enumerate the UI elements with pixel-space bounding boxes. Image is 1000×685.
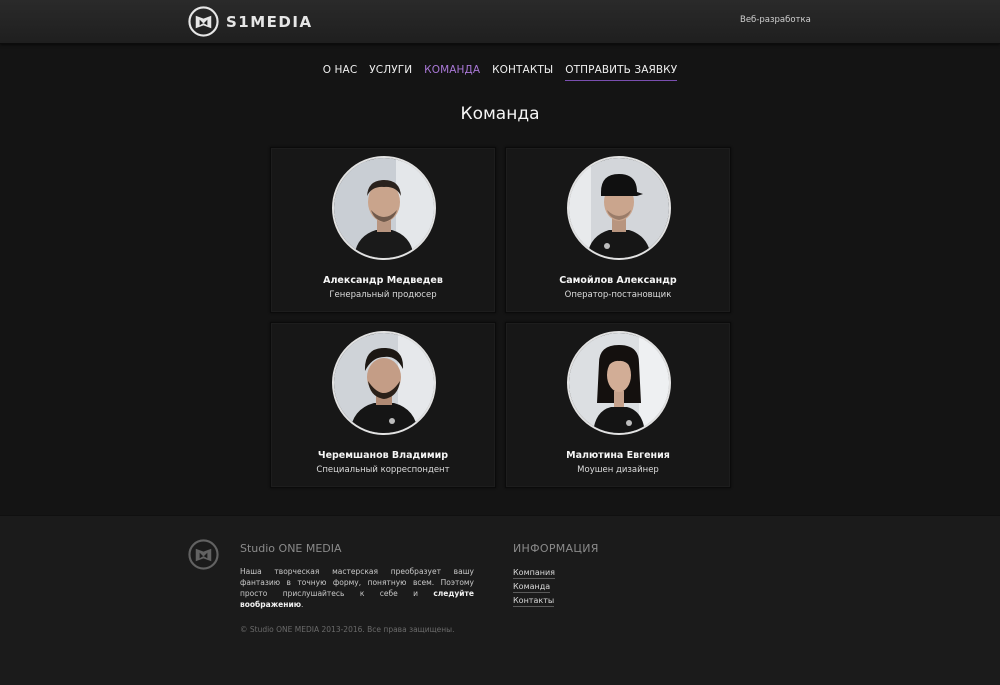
- person-avatar-icon: [334, 333, 434, 433]
- person-avatar-icon: [569, 158, 669, 258]
- member-photo: [332, 331, 436, 435]
- member-role: Генеральный продюсер: [329, 290, 437, 300]
- member-photo: [567, 156, 671, 260]
- info-heading: ИНФОРМАЦИЯ: [513, 542, 599, 555]
- footer-link-company[interactable]: Компания: [513, 568, 555, 579]
- footer-link-contacts[interactable]: Контакты: [513, 596, 555, 607]
- s1-logo-icon: [188, 539, 219, 570]
- brand-name: S1MEDIA: [226, 12, 313, 31]
- nav-send-request[interactable]: ОТПРАВИТЬ ЗАЯВКУ: [565, 64, 678, 81]
- site-header: S1MEDIA Веб-разработка: [0, 0, 1000, 44]
- home-logo-link[interactable]: S1MEDIA: [188, 6, 313, 37]
- member-role: Оператор-постановщик: [564, 290, 672, 300]
- member-photo: [567, 331, 671, 435]
- web-development-link[interactable]: Веб-разработка: [740, 15, 811, 25]
- page-title: Команда: [460, 104, 540, 124]
- team-card[interactable]: Малютина Евгения Моушен дизайнер: [505, 322, 731, 488]
- team-card[interactable]: Александр Медведев Генеральный продюсер: [270, 147, 496, 313]
- member-name: Самойлов Александр: [559, 275, 677, 286]
- team-card[interactable]: Черемшанов Владимир Специальный корреспо…: [270, 322, 496, 488]
- site-footer: Studio ONE MEDIA Наша творческая мастерс…: [0, 515, 1000, 685]
- member-name: Малютина Евгения: [566, 450, 670, 461]
- footer-description: Наша творческая мастерская преобразует в…: [240, 566, 474, 610]
- nav-team[interactable]: КОМАНДА: [424, 64, 480, 80]
- info-links: Компания Команда Контакты: [513, 568, 555, 610]
- footer-text-end: .: [301, 600, 304, 609]
- main-nav: О НАС УСЛУГИ КОМАНДА КОНТАКТЫ ОТПРАВИТЬ …: [0, 64, 1000, 81]
- footer-title: Studio ONE MEDIA: [240, 542, 342, 555]
- member-photo: [332, 156, 436, 260]
- footer-link-team[interactable]: Команда: [513, 582, 551, 593]
- member-role: Специальный корреспондент: [316, 465, 450, 475]
- person-avatar-icon: [334, 158, 434, 258]
- member-name: Черемшанов Владимир: [317, 450, 449, 461]
- member-name: Александр Медведев: [323, 275, 443, 286]
- s1-logo-icon: [188, 6, 219, 37]
- person-avatar-icon: [569, 333, 669, 433]
- nav-about[interactable]: О НАС: [323, 64, 358, 80]
- member-role: Моушен дизайнер: [577, 465, 659, 475]
- copyright: © Studio ONE MEDIA 2013-2016. Все права …: [240, 625, 455, 634]
- team-card[interactable]: Самойлов Александр Оператор-постановщик: [505, 147, 731, 313]
- nav-contacts[interactable]: КОНТАКТЫ: [492, 64, 553, 80]
- nav-services[interactable]: УСЛУГИ: [369, 64, 412, 80]
